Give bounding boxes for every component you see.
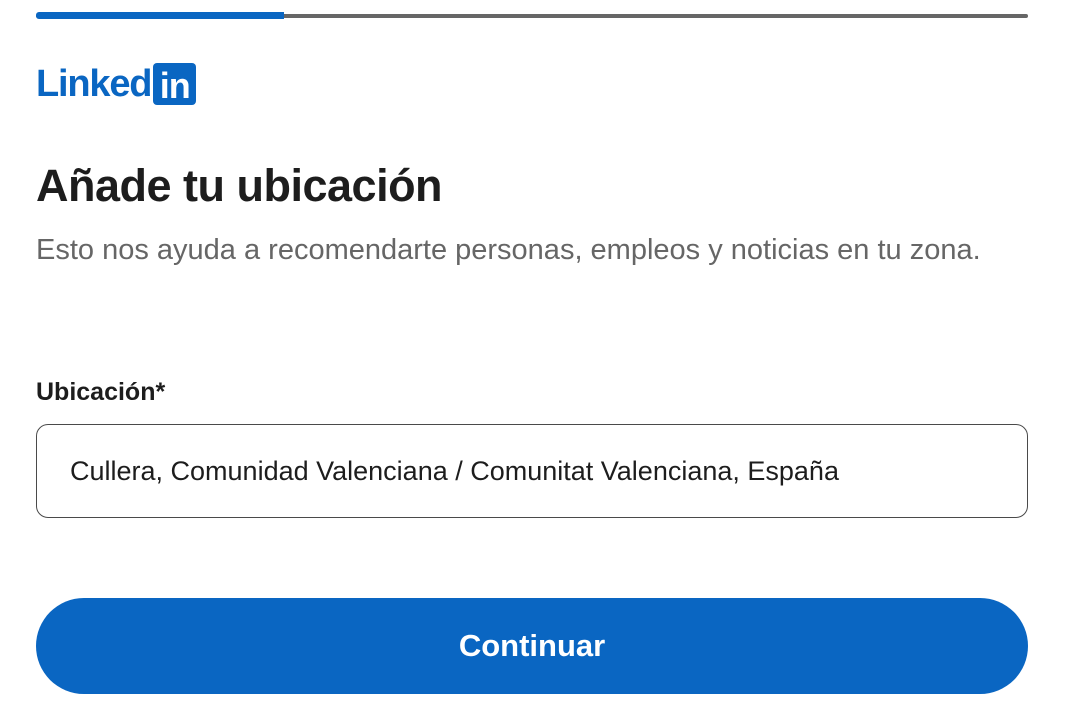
location-input[interactable]	[36, 424, 1028, 518]
onboarding-location-page: Linked in Añade tu ubicación Esto nos ay…	[0, 0, 1082, 722]
location-label: Ubicación*	[36, 378, 166, 406]
progress-bar	[36, 12, 1028, 19]
linkedin-logo: Linked in	[36, 63, 197, 106]
continue-button[interactable]: Continuar	[36, 598, 1028, 694]
logo-wordmark: Linked	[36, 63, 152, 105]
progress-fill	[36, 12, 284, 19]
page-title: Añade tu ubicación	[36, 160, 443, 211]
logo-badge-icon: in	[153, 63, 197, 106]
page-subtitle: Esto nos ayuda a recomendarte personas, …	[36, 234, 981, 266]
